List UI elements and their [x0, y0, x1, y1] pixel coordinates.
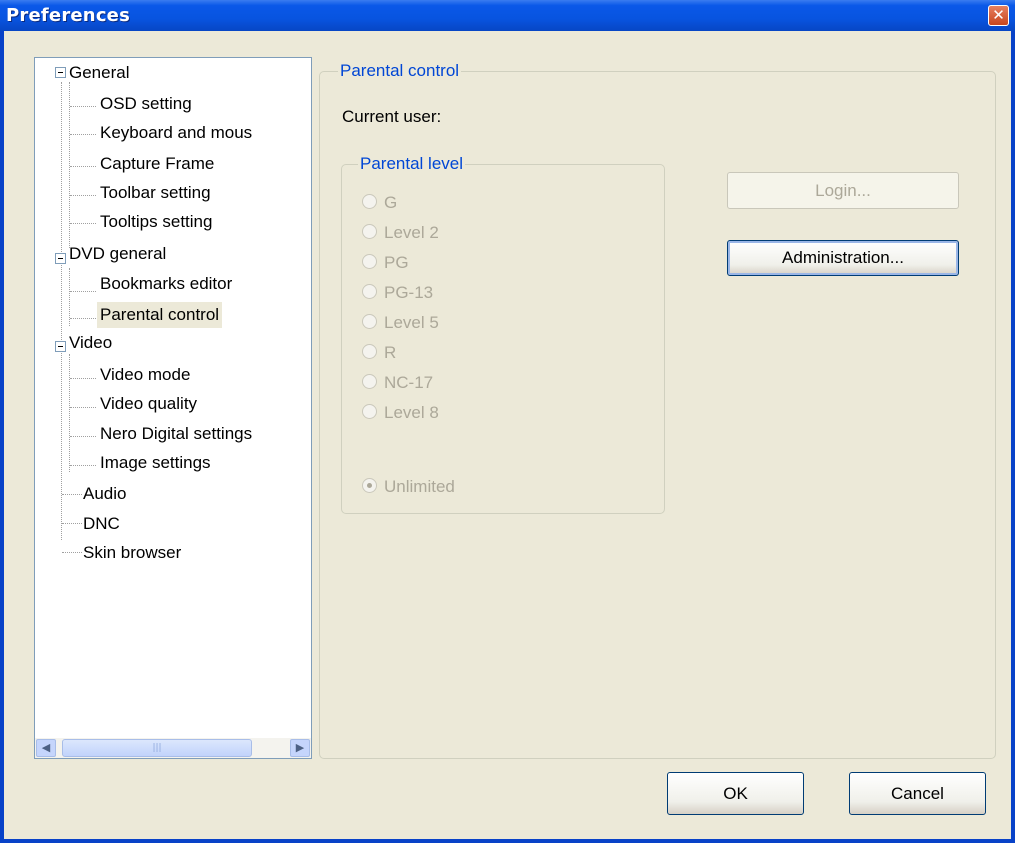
preferences-window: Preferences ✕ General OSD setting Keyboa… [0, 0, 1015, 843]
tree-connector [70, 106, 96, 107]
tree-item-skin-browser[interactable]: Skin browser [80, 540, 184, 566]
level-radio-label: NC-17 [384, 373, 434, 392]
tree-connector [70, 195, 96, 196]
tree-connector [70, 378, 96, 379]
parental-level-group: Parental level G Level 2 PG PG-13 Level … [341, 153, 665, 514]
tree-item-video-quality[interactable]: Video quality [97, 391, 200, 417]
tree-item-audio[interactable]: Audio [80, 481, 129, 507]
level-radio-label: Level 8 [384, 403, 439, 422]
level-radio-label: Unlimited [384, 477, 455, 496]
tree-connector [70, 223, 96, 224]
tree-item-general[interactable]: General [66, 60, 132, 86]
tree-connector [62, 523, 82, 524]
close-icon[interactable]: ✕ [988, 5, 1009, 26]
level-radio-label: R [384, 343, 397, 362]
tree-connector [70, 318, 96, 319]
parental-level-title: Parental level [358, 153, 466, 175]
radio-circle-icon [362, 374, 377, 389]
radio-circle-icon [362, 344, 377, 359]
tree-item-dnc[interactable]: DNC [80, 511, 123, 537]
tree-item-video[interactable]: Video [66, 330, 115, 356]
level-radio-label: PG-13 [384, 283, 434, 302]
settings-tree[interactable]: General OSD setting Keyboard and mous Ca… [34, 57, 312, 759]
collapse-icon[interactable] [55, 253, 66, 264]
tree-item-capture-frame[interactable]: Capture Frame [97, 151, 217, 177]
login-button[interactable]: Login... [727, 172, 959, 209]
tree-item-osd-setting[interactable]: OSD setting [97, 91, 195, 117]
tree-item-tooltips-setting[interactable]: Tooltips setting [97, 209, 215, 235]
radio-circle-icon [362, 254, 377, 269]
scroll-left-icon[interactable]: ◀ [36, 739, 56, 757]
administration-button[interactable]: Administration... [727, 240, 959, 276]
tree-connector [70, 407, 96, 408]
radio-circle-icon [362, 194, 377, 209]
tree-connector [61, 82, 62, 540]
tree-connector [70, 134, 96, 135]
radio-circle-icon [362, 224, 377, 239]
tree-item-bookmarks-editor[interactable]: Bookmarks editor [97, 271, 235, 297]
level-radio-label: Level 2 [384, 223, 439, 242]
tree-item-toolbar-setting[interactable]: Toolbar setting [97, 180, 214, 206]
cancel-button[interactable]: Cancel [849, 772, 986, 815]
tree-item-image-settings[interactable]: Image settings [97, 450, 214, 476]
radio-circle-icon [362, 314, 377, 329]
radio-selected-icon [362, 478, 377, 493]
radio-circle-icon [362, 404, 377, 419]
scroll-right-icon[interactable]: ▶ [290, 739, 310, 757]
current-user-label: Current user: [342, 107, 442, 126]
level-radio-label: G [384, 193, 398, 212]
tree-connector [62, 552, 82, 553]
collapse-icon[interactable] [55, 67, 66, 78]
title-bar[interactable]: Preferences ✕ [0, 0, 1015, 31]
tree-item-nero-digital-settings[interactable]: Nero Digital settings [97, 421, 255, 447]
tree-connector [69, 354, 70, 472]
parental-control-title: Parental control [338, 60, 462, 82]
tree-connector [70, 465, 96, 466]
tree-item-video-mode[interactable]: Video mode [97, 362, 193, 388]
ok-button[interactable]: OK [667, 772, 804, 815]
tree-item-dvd-general[interactable]: DVD general [66, 241, 169, 267]
window-title: Preferences [6, 5, 131, 26]
dialog-body: General OSD setting Keyboard and mous Ca… [4, 31, 1011, 839]
horizontal-scrollbar[interactable]: ◀ ||| ▶ [35, 738, 311, 758]
scroll-thumb[interactable]: ||| [62, 739, 252, 757]
tree-item-parental-control[interactable]: Parental control [97, 302, 223, 328]
tree-connector [70, 291, 96, 292]
tree-connector [62, 494, 82, 495]
level-radio-label: Level 5 [384, 313, 439, 332]
level-radio-label: PG [384, 253, 409, 272]
tree-item-keyboard-and-mouse[interactable]: Keyboard and mous [97, 120, 255, 146]
tree-connector [70, 166, 96, 167]
radio-circle-icon [362, 284, 377, 299]
tree-connector [70, 436, 96, 437]
collapse-icon[interactable] [55, 341, 66, 352]
